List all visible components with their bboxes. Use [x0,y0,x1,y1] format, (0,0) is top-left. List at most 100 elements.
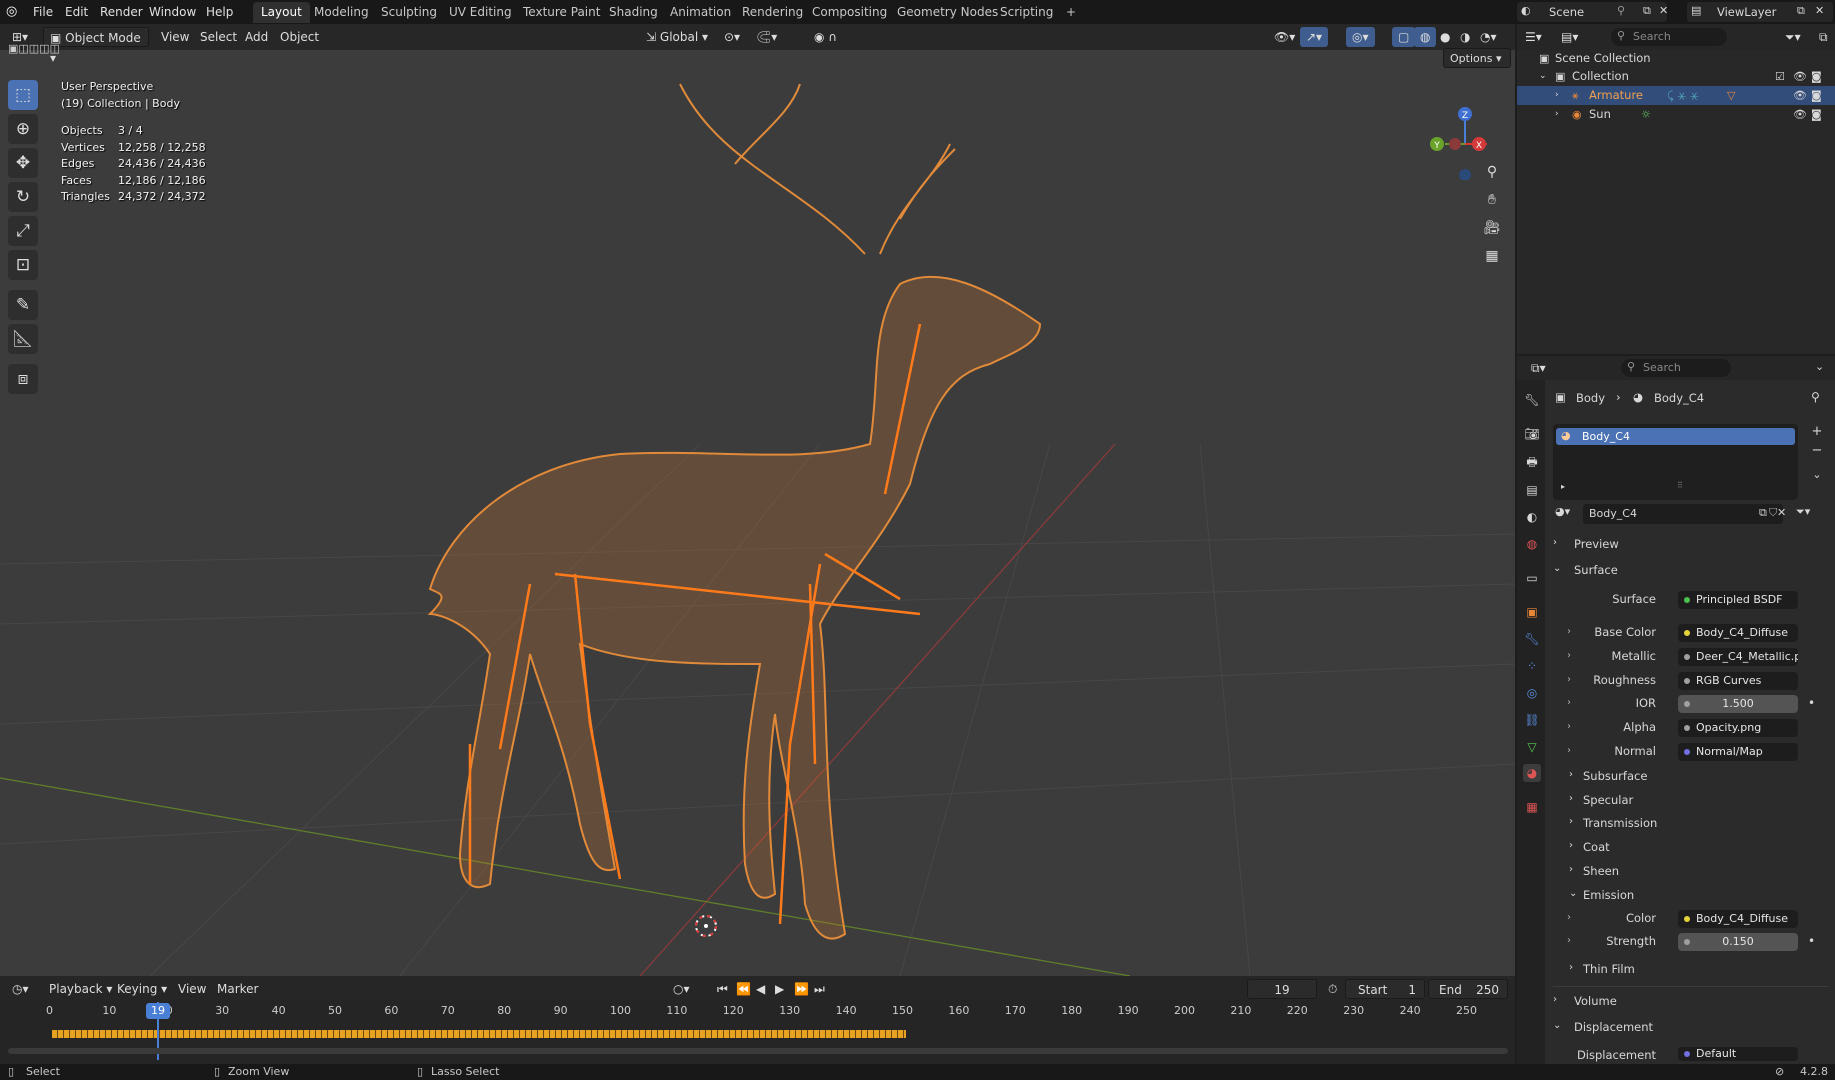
checkbox-icon[interactable]: ☑ [1775,67,1785,86]
camera-view-icon[interactable]: 🎥︎ [1480,216,1504,240]
proportional-edit-icon[interactable]: ◉ ∩ [808,27,843,47]
emission-color-field[interactable]: Body_C4_Diffuse [1678,909,1798,928]
chevron-down-icon[interactable]: ⌄ [1815,360,1824,373]
playhead-label[interactable]: 19 [146,1003,170,1019]
select-mode-icons[interactable]: ▣◫◫◫◫ [8,42,98,56]
properties-editor-type[interactable]: ⧉▾ [1525,358,1552,378]
options-button[interactable]: Options ▾ [1443,48,1511,68]
playback-menu[interactable]: Playback ▾ [43,979,118,999]
material-link-dropdown[interactable]: ⏷▾ [1796,505,1810,519]
scene-selector[interactable]: ◐ Scene ⚲ ⧉ ✕ [1517,2,1668,22]
view-layer-tab-icon[interactable]: ▤ [1523,481,1541,499]
move-tool[interactable]: ✥ [8,148,38,178]
tab-compositing[interactable]: Compositing [804,2,895,23]
displacement-field[interactable]: Default [1678,1047,1798,1061]
chevron-down-icon[interactable]: ⌄ [1539,67,1547,86]
eye-icon[interactable]: 👁︎ [1793,86,1807,105]
add-workspace-button[interactable]: + [1058,2,1084,23]
pivot-point-icon[interactable]: ⊙▾ [718,27,746,47]
measure-tool[interactable]: 📐︎ [8,324,38,354]
transform-orientation-dropdown[interactable]: ⇲ Global ▾ [640,27,714,47]
pin-icon[interactable]: ⚲ [1617,4,1625,17]
tab-rendering[interactable]: Rendering [734,2,811,23]
timeline-scrollbar[interactable] [8,1048,1508,1054]
timeline-view-menu[interactable]: View [172,979,212,999]
new-scene-icon[interactable]: ⧉ [1643,4,1651,18]
cursor-tool[interactable]: ⊕ [8,114,38,144]
menu-view[interactable]: View [155,27,195,47]
new-viewlayer-icon[interactable]: ⧉ [1797,4,1805,18]
resize-grip-icon[interactable]: ⠿ [1677,481,1683,490]
filter-icon[interactable]: ⏷▾ [1779,27,1807,47]
scale-tool[interactable]: ⤢ [8,216,38,246]
ior-field[interactable]: 1.500 [1678,695,1798,714]
end-frame-field[interactable]: End 250 [1428,979,1508,999]
start-frame-field[interactable]: Start 1 [1345,979,1425,999]
xray-toggle-icon[interactable]: ▢ [1392,27,1416,47]
add-slot-button[interactable]: + [1808,424,1826,442]
menu-window[interactable]: Window [144,2,201,22]
add-cube-tool[interactable]: ⧈ [8,364,38,394]
camera-icon[interactable]: ◙ [1811,86,1822,105]
new-collection-icon[interactable]: ⧉ [1813,27,1834,47]
tab-animation[interactable]: Animation [662,2,739,23]
chevron-right-icon[interactable]: › [1555,105,1559,124]
viewlayer-selector[interactable]: ▤ ViewLayer ⧉ ✕ [1687,2,1833,22]
select-box-tool[interactable]: ⬚ [8,80,38,110]
blender-logo-icon[interactable]: ◎ [6,4,22,20]
tab-sculpting[interactable]: Sculpting [373,2,445,23]
menu-render[interactable]: Render [95,2,148,22]
fake-user-icon[interactable]: ⛉ [1769,506,1777,520]
marker-menu[interactable]: Marker [211,979,264,999]
outliner-row-sun[interactable]: › ◉ Sun ☼ 👁︎ ◙ [1517,105,1835,124]
keying-menu[interactable]: Keying ▾ [111,979,173,999]
outliner-search[interactable]: ⚲ Search [1611,28,1727,46]
gizmo-toggle-icon[interactable]: ↗▾ [1300,27,1329,47]
material-name-field[interactable]: Body_C4 ⛉ [1583,504,1783,524]
record-button[interactable]: ○▾ [667,979,696,999]
overlay-toggle-icon[interactable]: ◎▾ [1346,27,1375,47]
outliner-editor-type[interactable]: ☰▾ [1519,27,1548,47]
menu-help[interactable]: Help [201,2,238,22]
material-slot-item[interactable]: ◕ Body_C4 [1556,428,1795,445]
material-selector[interactable]: ◕▾ Body_C4 ⛉ ⧉ ✕ [1553,504,1813,524]
stopwatch-icon[interactable]: ⏱ [1322,979,1343,999]
display-mode-icon[interactable]: ▤▾ [1555,27,1584,47]
metallic-field[interactable]: Deer_C4_Metallic.png [1678,647,1798,666]
world-tab-icon[interactable]: ◍ [1523,535,1541,553]
scene-tab-icon[interactable]: ◐ [1523,508,1541,526]
outliner-row-collection[interactable]: ⌄ ▣ Collection ☑ 👁︎ ◙ [1517,67,1835,86]
rendered-shading-icon[interactable]: ◔▾ [1474,27,1503,47]
material-tab-icon[interactable]: ◕ [1523,764,1541,782]
output-tab-icon[interactable]: 🖶︎ [1523,453,1541,471]
chevron-right-icon[interactable]: › [1555,86,1559,105]
emission-strength-field[interactable]: 0.150 [1678,933,1798,952]
normal-field[interactable]: Normal/Map [1678,743,1798,761]
pin-icon[interactable]: ⚲ [1811,390,1820,404]
menu-select[interactable]: Select [194,27,243,47]
base-color-field[interactable]: Body_C4_Diffuse [1678,624,1798,642]
remove-slot-button[interactable]: − [1808,443,1826,461]
annotate-tool[interactable]: ✎ [8,290,38,320]
tool-tab-icon[interactable]: 🔧︎ [1523,391,1541,409]
surface-shader-field[interactable]: Principled BSDF [1678,591,1798,609]
pan-hand-icon[interactable]: ✋︎ [1480,188,1504,212]
menu-add[interactable]: Add [239,27,274,47]
3d-viewport[interactable]: ⊞▾ ▣ Object Mode ▾ View Select Add Objec… [0,24,1515,976]
ortho-toggle-icon[interactable]: ▦ [1480,244,1504,268]
tab-texture-paint[interactable]: Texture Paint [515,2,608,23]
jump-end-icon[interactable]: ⏭ [808,979,831,999]
camera-icon[interactable]: ◙ [1811,105,1822,124]
tab-scripting[interactable]: Scripting [992,2,1061,23]
transform-tool[interactable]: ⊡ [8,250,38,280]
3d-cursor-icon[interactable] [695,915,717,937]
frame-ruler[interactable]: 0102030405060708090100110120130140150160… [0,1002,1515,1020]
outliner-row-armature[interactable]: › ⚹ Armature ⤹ ⚹ ⚹ ▽ 👁︎ ◙ [1517,86,1835,105]
slot-specials-button[interactable]: ⌄ [1808,468,1826,486]
visibility-icon[interactable]: 👁︎▾ [1268,27,1301,47]
keyframe-dot-icon[interactable]: • [1808,934,1815,948]
eye-icon[interactable]: 👁︎ [1793,105,1807,124]
texture-tab-icon[interactable]: ▦ [1523,798,1541,816]
tab-shading[interactable]: Shading [601,2,666,23]
menu-file[interactable]: File [28,2,58,22]
